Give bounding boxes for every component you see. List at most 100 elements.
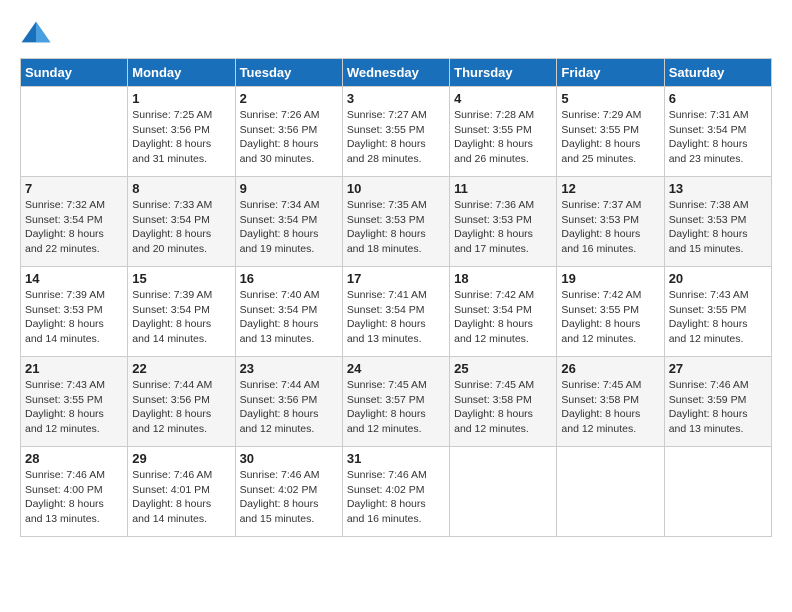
logo-icon	[20, 20, 52, 48]
calendar-cell: 26 Sunrise: 7:45 AMSunset: 3:58 PMDayligh…	[557, 357, 664, 447]
calendar-header: SundayMondayTuesdayWednesdayThursdayFrid…	[21, 59, 772, 87]
day-info: Sunrise: 7:42 AMSunset: 3:54 PMDaylight:…	[454, 288, 552, 347]
calendar-cell: 2 Sunrise: 7:26 AMSunset: 3:56 PMDaylight…	[235, 87, 342, 177]
day-info: Sunrise: 7:46 AMSunset: 3:59 PMDaylight:…	[669, 378, 767, 437]
calendar-cell: 6 Sunrise: 7:31 AMSunset: 3:54 PMDaylight…	[664, 87, 771, 177]
day-info: Sunrise: 7:45 AMSunset: 3:57 PMDaylight:…	[347, 378, 445, 437]
day-number: 9	[240, 181, 338, 196]
day-info: Sunrise: 7:28 AMSunset: 3:55 PMDaylight:…	[454, 108, 552, 167]
calendar-cell: 4Sunrise: 7:28 AMSunset: 3:55 PMDaylight…	[450, 87, 557, 177]
day-info: Sunrise: 7:41 AMSunset: 3:54 PMDaylight:…	[347, 288, 445, 347]
calendar-table: SundayMondayTuesdayWednesdayThursdayFrid…	[20, 58, 772, 537]
calendar-cell: 22 Sunrise: 7:44 AMSunset: 3:56 PMDayligh…	[128, 357, 235, 447]
calendar-cell: 24 Sunrise: 7:45 AMSunset: 3:57 PMDayligh…	[342, 357, 449, 447]
day-info: Sunrise: 7:40 AMSunset: 3:54 PMDaylight:…	[240, 288, 338, 347]
day-number: 23	[240, 361, 338, 376]
day-info: Sunrise: 7:46 AMSunset: 4:02 PMDaylight:…	[240, 468, 338, 527]
day-number: 29	[132, 451, 230, 466]
calendar-cell: 9 Sunrise: 7:34 AMSunset: 3:54 PMDaylight…	[235, 177, 342, 267]
calendar-cell: 29 Sunrise: 7:46 AMSunset: 4:01 PMDayligh…	[128, 447, 235, 537]
day-info: Sunrise: 7:31 AMSunset: 3:54 PMDaylight:…	[669, 108, 767, 167]
day-number: 13	[669, 181, 767, 196]
calendar-week-row: 21Sunrise: 7:43 AMSunset: 3:55 PMDayligh…	[21, 357, 772, 447]
day-number: 27	[669, 361, 767, 376]
day-number: 10	[347, 181, 445, 196]
day-number: 12	[561, 181, 659, 196]
weekday-header: Friday	[557, 59, 664, 87]
day-number: 8	[132, 181, 230, 196]
day-info: Sunrise: 7:38 AMSunset: 3:53 PMDaylight:…	[669, 198, 767, 257]
calendar-cell: 27 Sunrise: 7:46 AMSunset: 3:59 PMDayligh…	[664, 357, 771, 447]
calendar-cell: 11 Sunrise: 7:36 AMSunset: 3:53 PMDayligh…	[450, 177, 557, 267]
calendar-cell: 30 Sunrise: 7:46 AMSunset: 4:02 PMDayligh…	[235, 447, 342, 537]
day-number: 18	[454, 271, 552, 286]
calendar-cell: 21Sunrise: 7:43 AMSunset: 3:55 PMDayligh…	[21, 357, 128, 447]
calendar-cell: 18 Sunrise: 7:42 AMSunset: 3:54 PMDayligh…	[450, 267, 557, 357]
day-info: Sunrise: 7:27 AMSunset: 3:55 PMDaylight:…	[347, 108, 445, 167]
weekday-header: Wednesday	[342, 59, 449, 87]
calendar-cell: 17 Sunrise: 7:41 AMSunset: 3:54 PMDayligh…	[342, 267, 449, 357]
day-info: Sunrise: 7:46 AMSunset: 4:01 PMDaylight:…	[132, 468, 230, 527]
day-info: Sunrise: 7:42 AMSunset: 3:55 PMDaylight:…	[561, 288, 659, 347]
calendar-cell	[21, 87, 128, 177]
day-info: Sunrise: 7:36 AMSunset: 3:53 PMDaylight:…	[454, 198, 552, 257]
day-number: 6	[669, 91, 767, 106]
day-info: Sunrise: 7:39 AMSunset: 3:53 PMDaylight:…	[25, 288, 123, 347]
calendar-cell: 16 Sunrise: 7:40 AMSunset: 3:54 PMDayligh…	[235, 267, 342, 357]
day-info: Sunrise: 7:32 AMSunset: 3:54 PMDaylight:…	[25, 198, 123, 257]
calendar-cell: 3 Sunrise: 7:27 AMSunset: 3:55 PMDaylight…	[342, 87, 449, 177]
day-info: Sunrise: 7:34 AMSunset: 3:54 PMDaylight:…	[240, 198, 338, 257]
day-number: 19	[561, 271, 659, 286]
day-number: 30	[240, 451, 338, 466]
day-number: 11	[454, 181, 552, 196]
weekday-row: SundayMondayTuesdayWednesdayThursdayFrid…	[21, 59, 772, 87]
day-info: Sunrise: 7:44 AMSunset: 3:56 PMDaylight:…	[132, 378, 230, 437]
day-number: 15	[132, 271, 230, 286]
day-number: 14	[25, 271, 123, 286]
day-info: Sunrise: 7:46 AMSunset: 4:02 PMDaylight:…	[347, 468, 445, 527]
calendar-cell: 19 Sunrise: 7:42 AMSunset: 3:55 PMDayligh…	[557, 267, 664, 357]
calendar-cell: 5Sunrise: 7:29 AMSunset: 3:55 PMDaylight…	[557, 87, 664, 177]
calendar-cell	[664, 447, 771, 537]
day-number: 16	[240, 271, 338, 286]
calendar-week-row: 1 Sunrise: 7:25 AMSunset: 3:56 PMDaylight…	[21, 87, 772, 177]
calendar-cell: 14 Sunrise: 7:39 AMSunset: 3:53 PMDayligh…	[21, 267, 128, 357]
day-number: 2	[240, 91, 338, 106]
calendar-cell: 10 Sunrise: 7:35 AMSunset: 3:53 PMDayligh…	[342, 177, 449, 267]
calendar-cell: 15 Sunrise: 7:39 AMSunset: 3:54 PMDayligh…	[128, 267, 235, 357]
calendar-cell: 28Sunrise: 7:46 AMSunset: 4:00 PMDayligh…	[21, 447, 128, 537]
day-info: Sunrise: 7:44 AMSunset: 3:56 PMDaylight:…	[240, 378, 338, 437]
weekday-header: Tuesday	[235, 59, 342, 87]
weekday-header: Monday	[128, 59, 235, 87]
logo	[20, 20, 56, 48]
day-number: 25	[454, 361, 552, 376]
day-info: Sunrise: 7:35 AMSunset: 3:53 PMDaylight:…	[347, 198, 445, 257]
calendar-cell: 20Sunrise: 7:43 AMSunset: 3:55 PMDayligh…	[664, 267, 771, 357]
calendar-cell: 31Sunrise: 7:46 AMSunset: 4:02 PMDayligh…	[342, 447, 449, 537]
calendar-cell: 8 Sunrise: 7:33 AMSunset: 3:54 PMDaylight…	[128, 177, 235, 267]
day-info: Sunrise: 7:33 AMSunset: 3:54 PMDaylight:…	[132, 198, 230, 257]
day-info: Sunrise: 7:39 AMSunset: 3:54 PMDaylight:…	[132, 288, 230, 347]
weekday-header: Sunday	[21, 59, 128, 87]
day-number: 21	[25, 361, 123, 376]
calendar-cell: 7Sunrise: 7:32 AMSunset: 3:54 PMDaylight…	[21, 177, 128, 267]
day-number: 17	[347, 271, 445, 286]
calendar-body: 1 Sunrise: 7:25 AMSunset: 3:56 PMDaylight…	[21, 87, 772, 537]
calendar-cell: 1 Sunrise: 7:25 AMSunset: 3:56 PMDaylight…	[128, 87, 235, 177]
day-number: 20	[669, 271, 767, 286]
calendar-cell: 23 Sunrise: 7:44 AMSunset: 3:56 PMDayligh…	[235, 357, 342, 447]
calendar-week-row: 28Sunrise: 7:46 AMSunset: 4:00 PMDayligh…	[21, 447, 772, 537]
calendar-cell: 13 Sunrise: 7:38 AMSunset: 3:53 PMDayligh…	[664, 177, 771, 267]
day-number: 22	[132, 361, 230, 376]
day-number: 26	[561, 361, 659, 376]
day-number: 3	[347, 91, 445, 106]
calendar-cell: 12 Sunrise: 7:37 AMSunset: 3:53 PMDayligh…	[557, 177, 664, 267]
day-info: Sunrise: 7:45 AMSunset: 3:58 PMDaylight:…	[561, 378, 659, 437]
page-header	[20, 20, 772, 48]
day-number: 24	[347, 361, 445, 376]
day-info: Sunrise: 7:25 AMSunset: 3:56 PMDaylight:…	[132, 108, 230, 167]
day-number: 1	[132, 91, 230, 106]
calendar-cell	[557, 447, 664, 537]
day-info: Sunrise: 7:37 AMSunset: 3:53 PMDaylight:…	[561, 198, 659, 257]
day-info: Sunrise: 7:26 AMSunset: 3:56 PMDaylight:…	[240, 108, 338, 167]
